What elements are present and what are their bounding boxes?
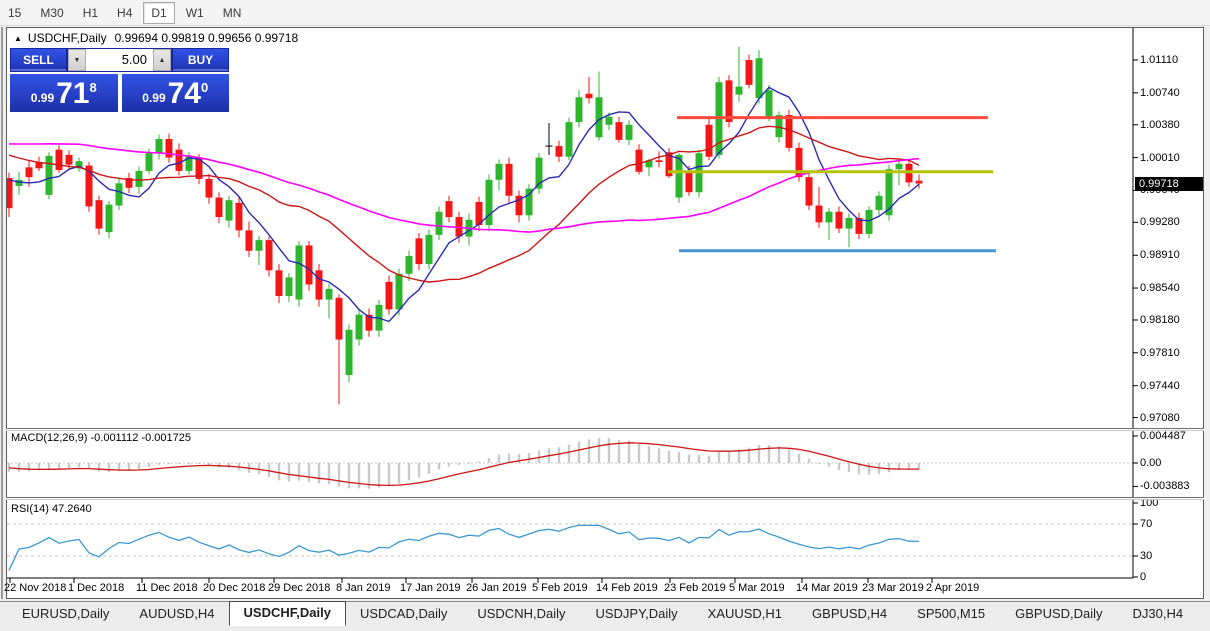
date-axis-label: 23 Mar 2019 <box>862 582 924 594</box>
macd-axis-tick: 0.00 <box>1140 457 1162 469</box>
sell-price-button[interactable]: 0.99 71 8 <box>10 74 118 112</box>
sell-price-big-digits: 71 <box>56 77 90 110</box>
volume-increment-icon[interactable]: ▲ <box>153 49 171 71</box>
buy-price-big-digits: 74 <box>167 77 201 110</box>
rsi-axis-tick: 0 <box>1140 571 1147 583</box>
date-axis-label: 2 Apr 2019 <box>926 582 980 594</box>
volume-input[interactable]: 5.00 <box>86 49 153 71</box>
chart-title: ▲ USDCHF,Daily 0.99694 0.99819 0.99656 0.9… <box>14 31 298 45</box>
date-axis-label: 5 Mar 2019 <box>729 582 785 594</box>
collapse-triangle-icon[interactable]: ▲ <box>14 34 22 43</box>
price-axis-tick: 0.98910 <box>1140 249 1180 262</box>
date-axis-label: 29 Dec 2018 <box>268 582 331 594</box>
pane-separator-macd[interactable] <box>6 428 1204 431</box>
buy-button[interactable]: BUY <box>172 48 229 72</box>
price-axis-tick: 1.00010 <box>1140 151 1180 164</box>
date-axis-label: 26 Jan 2019 <box>466 582 527 594</box>
date-axis-label: 14 Mar 2019 <box>796 582 858 594</box>
price-axis-tick: 0.98540 <box>1140 282 1180 295</box>
chart-symbol-label: USDCHF,Daily <box>27 31 107 45</box>
volume-stepper: ▼ 5.00 ▲ <box>67 48 172 72</box>
date-axis-label: 22 Nov 2018 <box>4 582 67 594</box>
macd-indicator-label: MACD(12,26,9) -0.001112 -0.001725 <box>11 432 191 444</box>
date-axis-label: 1 Dec 2018 <box>68 582 125 594</box>
date-axis-label: 17 Jan 2019 <box>400 582 461 594</box>
date-axis-label: 5 Feb 2019 <box>532 582 588 594</box>
sell-button[interactable]: SELL <box>10 48 67 72</box>
pane-separator-rsi[interactable] <box>6 497 1204 500</box>
buy-price-button[interactable]: 0.99 74 0 <box>121 74 229 112</box>
date-axis-label: 20 Dec 2018 <box>203 582 266 594</box>
volume-decrement-icon[interactable]: ▼ <box>68 49 86 71</box>
sell-price-pip-digit: 8 <box>89 80 97 95</box>
price-axis-tick: 1.00740 <box>1140 86 1180 99</box>
one-click-trade-panel: SELL ▼ 5.00 ▲ BUY 0.99 71 8 0.99 74 0 <box>10 48 229 112</box>
macd-axis-tick: 0.004487 <box>1140 429 1186 442</box>
price-axis-tick: 0.97080 <box>1140 411 1180 424</box>
rsi-axis-tick: 30 <box>1140 550 1153 562</box>
chart-ohlc-values: 0.99694 0.99819 0.99656 0.99718 <box>114 31 299 45</box>
price-axis-tick: 1.01110 <box>1140 54 1179 66</box>
price-axis-tick: 0.99280 <box>1140 216 1180 229</box>
medium-ma <box>8 125 920 283</box>
macd-axis-tick: -0.003883 <box>1140 480 1190 493</box>
sell-price-base: 0.99 <box>30 91 55 105</box>
price-axis-tick: 0.98180 <box>1140 313 1180 326</box>
macd-values: -0.001112 -0.001725 <box>90 432 191 444</box>
mt4-application: 15 M30 H1 H4 D1 W1 MN ▲ USDCHF,Daily 0.99694 0.9… <box>0 0 1210 631</box>
price-axis-tick: 0.97810 <box>1140 346 1180 359</box>
buy-price-pip-digit: 0 <box>201 80 209 95</box>
price-axis-tick: 1.00380 <box>1140 118 1180 131</box>
rsi-value: 47.2640 <box>51 503 92 515</box>
date-axis-label: 8 Jan 2019 <box>336 582 391 594</box>
current-price-tag: 0.99718 <box>1135 176 1203 191</box>
date-axis-label: 14 Feb 2019 <box>596 582 658 594</box>
rsi-pane[interactable] <box>7 523 1133 571</box>
rsi-indicator-label: RSI(14) 47.2640 <box>11 503 92 515</box>
macd-pane[interactable] <box>7 437 1133 489</box>
date-axis-label: 23 Feb 2019 <box>664 582 726 594</box>
price-axis-tick: 0.97440 <box>1140 379 1180 392</box>
buy-price-base: 0.99 <box>142 91 166 105</box>
rsi-axis-tick: 70 <box>1140 518 1153 530</box>
date-axis-label: 11 Dec 2018 <box>136 582 198 594</box>
